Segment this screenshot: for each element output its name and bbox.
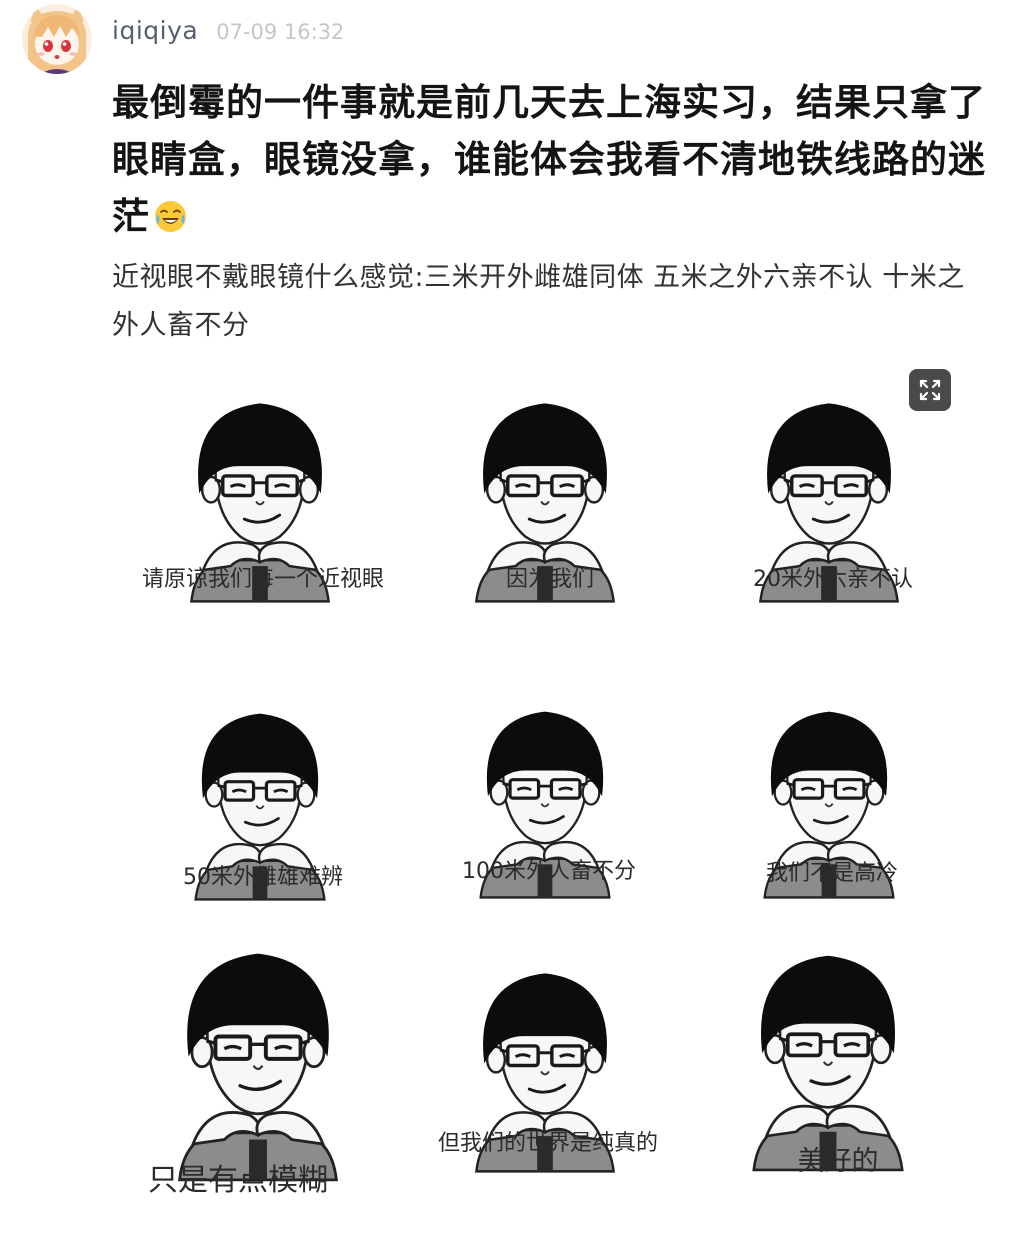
meme-panel-6: 我们不是高冷 [762,709,898,900]
meme-panel-5: 100米外人畜不分 [462,709,636,900]
avatar[interactable] [22,4,92,74]
post-header: iqiqiya 07-09 16:32 [22,4,344,74]
post-meta: iqiqiya 07-09 16:32 [112,16,344,45]
meme-caption-5: 100米外人畜不分 [462,859,636,884]
author-name[interactable]: iqiqiya [112,16,198,45]
meme-caption-4: 50米外雌雄难辨 [183,865,343,890]
meme-caption-8: 但我们的世界是纯真的 [438,1131,658,1156]
post-time: 07-09 16:32 [216,20,345,44]
meme-caption-9: 美好的 [798,1146,879,1177]
meme-caption-3: 20米外六亲不认 [753,567,913,592]
post-title: 最倒霉的一件事就是前几天去上海实习，结果只拿了眼睛盒，眼镜没拿，谁能体会我看不清… [112,74,992,245]
meme-caption-6: 我们不是高冷 [766,861,898,886]
laughing-with-tears-emoji-icon [154,192,187,232]
meme-panel-1: 请原谅我们每一个近视眼 [142,401,384,604]
anime-avatar-icon [22,4,92,74]
meme-caption-2: 因为我们 [506,567,594,592]
meme-panel-3: 20米外六亲不认 [753,401,913,604]
meme-panel-4: 50米外雌雄难辨 [183,711,343,902]
meme-caption-7: 只是有点模糊 [148,1163,328,1198]
expand-icon [919,379,941,401]
meme-panel-7: 只是有点模糊 [148,951,339,1198]
meme-panel-9: 美好的 [751,953,905,1177]
meme-panel-8: 但我们的世界是纯真的 [438,971,658,1174]
post-body: 近视眼不戴眼镜什么感觉:三米开外雌雄同体 五米之外六亲不认 十米之外人畜不分 [112,262,965,341]
meme-caption-1: 请原谅我们每一个近视眼 [142,567,384,592]
meme-panel-2: 因为我们 [474,401,616,604]
post-image[interactable]: 请原谅我们每一个近视眼 因为我们 20米外六亲不认 50米外雌雄难辨 100米外… [108,362,958,1222]
post-title-text: 最倒霉的一件事就是前几天去上海实习，结果只拿了眼睛盒，眼镜没拿，谁能体会我看不清… [112,81,986,238]
expand-image-button[interactable] [909,369,951,411]
